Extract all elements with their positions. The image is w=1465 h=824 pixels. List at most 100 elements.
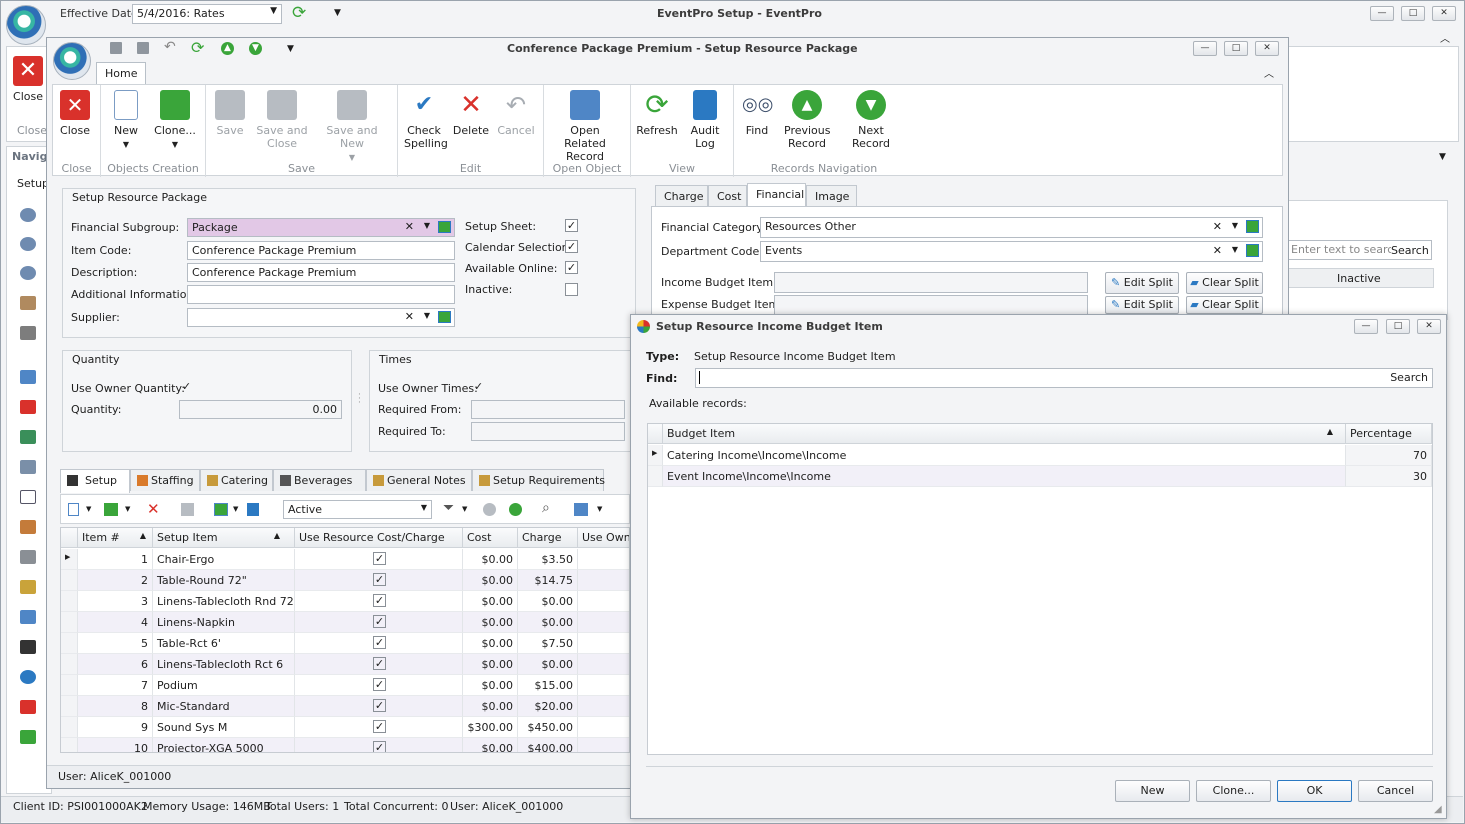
collapse-ribbon-icon[interactable]: ︿ — [1264, 65, 1274, 80]
lookup-icon[interactable] — [1246, 220, 1259, 233]
cell-use-resource-cost[interactable]: ✓ — [295, 570, 463, 591]
arrow-down-icon[interactable]: ▼ — [249, 42, 262, 55]
dialog-close-button[interactable]: ✕ — [1417, 319, 1441, 334]
chat-icon[interactable] — [20, 490, 36, 504]
pin-icon[interactable] — [20, 400, 36, 414]
cell-use-resource-cost[interactable]: ✓ — [295, 654, 463, 675]
column-cost[interactable]: Cost — [463, 528, 518, 548]
table-row[interactable]: 10 Projector-XGA 5000 ✓ $0.00 $400.00 — [61, 738, 629, 752]
hash-icon[interactable] — [20, 326, 36, 340]
clipboard-icon[interactable] — [20, 520, 36, 534]
open-related-record-button[interactable]: Open Related Record — [548, 90, 622, 163]
supplier-field[interactable]: ✕ ▼ — [187, 308, 455, 327]
clear-icon[interactable]: ✕ — [1213, 244, 1222, 257]
table-row[interactable]: 2 Table-Round 72" ✓ $0.00 $14.75 — [61, 570, 629, 591]
next-record-button[interactable]: ▼ Next Record — [838, 90, 904, 150]
tab-home[interactable]: Home — [96, 62, 147, 85]
previous-record-button[interactable]: ▲ Previous Record — [782, 90, 832, 150]
tab-image[interactable]: Image — [806, 185, 857, 207]
copy-icon[interactable] — [214, 503, 228, 516]
column-use-owner[interactable]: Use Owner — [578, 528, 629, 548]
table-row[interactable]: 8 Mic-Standard ✓ $0.00 $20.00 — [61, 696, 629, 717]
use-resource-cost-checkbox[interactable]: ✓ — [373, 573, 386, 586]
expense-clear-split-button[interactable]: ▰ Clear Split — [1186, 296, 1263, 314]
check-spelling-button[interactable]: ✔ Check Spelling — [400, 90, 448, 150]
child-maximize-button[interactable]: □ — [1224, 41, 1248, 56]
app-logo-icon[interactable] — [6, 5, 46, 45]
gear-icon[interactable] — [20, 208, 36, 222]
calendar-selection-checkbox[interactable]: ✓ — [565, 240, 578, 253]
save-and-new-button[interactable]: Save and New ▼ — [314, 90, 390, 164]
effective-date-select[interactable]: 5/4/2016: Rates ▼ — [132, 4, 282, 24]
chevron-down-icon[interactable]: ▼ — [1232, 245, 1238, 254]
use-resource-cost-checkbox[interactable]: ✓ — [373, 657, 386, 670]
use-owner-quantity-checkbox[interactable]: ✓ — [180, 381, 193, 394]
cell-use-resource-cost[interactable]: ✓ — [295, 633, 463, 654]
income-budget-item-field[interactable] — [774, 272, 1088, 293]
table-row[interactable]: 3 Linens-Tablecloth Rnd 72 ✓ $0.00 $0.00 — [61, 591, 629, 612]
table-row[interactable]: 4 Linens-Napkin ✓ $0.00 $0.00 — [61, 612, 629, 633]
chart-icon[interactable] — [20, 700, 36, 714]
dialog-find-input[interactable]: Search — [695, 368, 1433, 388]
search-icon[interactable]: ⌕ — [542, 500, 550, 516]
child-close-button[interactable]: ✕ — [1255, 41, 1279, 56]
cell-use-resource-cost[interactable]: ✓ — [295, 738, 463, 752]
arrow-up-icon[interactable]: ▲ — [221, 42, 234, 55]
required-from-field[interactable] — [471, 400, 625, 419]
income-edit-split-button[interactable]: ✎ Edit Split — [1105, 272, 1179, 294]
use-resource-cost-checkbox[interactable]: ✓ — [373, 678, 386, 691]
dialog-minimize-button[interactable]: — — [1354, 319, 1378, 334]
available-online-checkbox[interactable]: ✓ — [565, 261, 578, 274]
tab-setup[interactable]: Setup — [60, 469, 130, 493]
dialog-cancel-button[interactable]: Cancel — [1358, 780, 1433, 802]
refresh-icon[interactable]: ⟳ — [191, 38, 204, 57]
disabled-circle-icon[interactable] — [483, 503, 496, 516]
chevron-down-icon[interactable]: ▼ — [125, 505, 130, 513]
save-and-close-button[interactable]: Save and Close — [254, 90, 310, 150]
arrow-down-icon[interactable] — [509, 503, 522, 516]
tab-charge[interactable]: Charge — [655, 185, 708, 207]
chevron-down-icon[interactable]: ▼ — [86, 505, 91, 513]
financial-subgroup-field[interactable]: Package ✕ ▼ — [187, 218, 455, 237]
tab-beverages[interactable]: Beverages — [273, 469, 366, 491]
cell-use-resource-cost[interactable]: ✓ — [295, 675, 463, 696]
home-icon[interactable] — [20, 370, 36, 384]
delete-icon[interactable]: ✕ — [147, 500, 160, 518]
save-button[interactable]: Save — [212, 90, 248, 137]
clear-icon[interactable]: ✕ — [405, 310, 414, 323]
use-resource-cost-checkbox[interactable]: ✓ — [373, 594, 386, 607]
document-icon[interactable] — [20, 460, 36, 474]
close-window-button[interactable]: ✕ — [1432, 6, 1456, 21]
users-icon[interactable] — [20, 296, 36, 310]
lookup-icon[interactable] — [1246, 244, 1259, 257]
cell-use-resource-cost[interactable]: ✓ — [295, 591, 463, 612]
cell-use-resource-cost[interactable]: ✓ — [295, 612, 463, 633]
dialog-maximize-button[interactable]: □ — [1386, 319, 1410, 334]
export-icon[interactable] — [247, 503, 259, 516]
chevron-down-icon[interactable]: ▼ — [424, 311, 430, 320]
audit-log-button[interactable]: Audit Log — [686, 90, 724, 150]
table-row[interactable]: 7 Podium ✓ $0.00 $15.00 — [61, 675, 629, 696]
find-button[interactable]: ◎◎ Find — [740, 90, 774, 137]
clear-icon[interactable]: ✕ — [405, 220, 414, 233]
child-minimize-button[interactable]: — — [1193, 41, 1217, 56]
splitter-grip-icon[interactable]: · · · — [358, 391, 361, 408]
tab-catering[interactable]: Catering — [200, 469, 273, 491]
save-all-icon[interactable] — [137, 42, 149, 54]
use-owner-times-checkbox[interactable]: ✓ — [472, 381, 485, 394]
new-document-icon[interactable] — [68, 503, 79, 516]
collapse-ribbon-icon[interactable]: ︿ — [1440, 30, 1450, 45]
tab-general-notes[interactable]: General Notes — [366, 469, 472, 491]
new-button[interactable]: New ▼ — [106, 90, 146, 151]
cell-use-resource-cost[interactable]: ✓ — [295, 696, 463, 717]
chevron-down-icon[interactable]: ▼ — [1439, 152, 1446, 162]
minimize-button[interactable]: — — [1370, 6, 1394, 21]
table-row[interactable]: 6 Linens-Tablecloth Rct 6 ✓ $0.00 $0.00 — [61, 654, 629, 675]
maximize-button[interactable]: □ — [1401, 6, 1425, 21]
close-button[interactable]: ✕ Close — [56, 90, 94, 137]
column-budget-item[interactable]: Budget Item ▲ — [663, 424, 1346, 444]
use-resource-cost-checkbox[interactable]: ✓ — [373, 615, 386, 628]
tab-cost[interactable]: Cost — [708, 185, 747, 207]
use-resource-cost-checkbox[interactable]: ✓ — [373, 741, 386, 752]
cell-use-resource-cost[interactable]: ✓ — [295, 717, 463, 738]
